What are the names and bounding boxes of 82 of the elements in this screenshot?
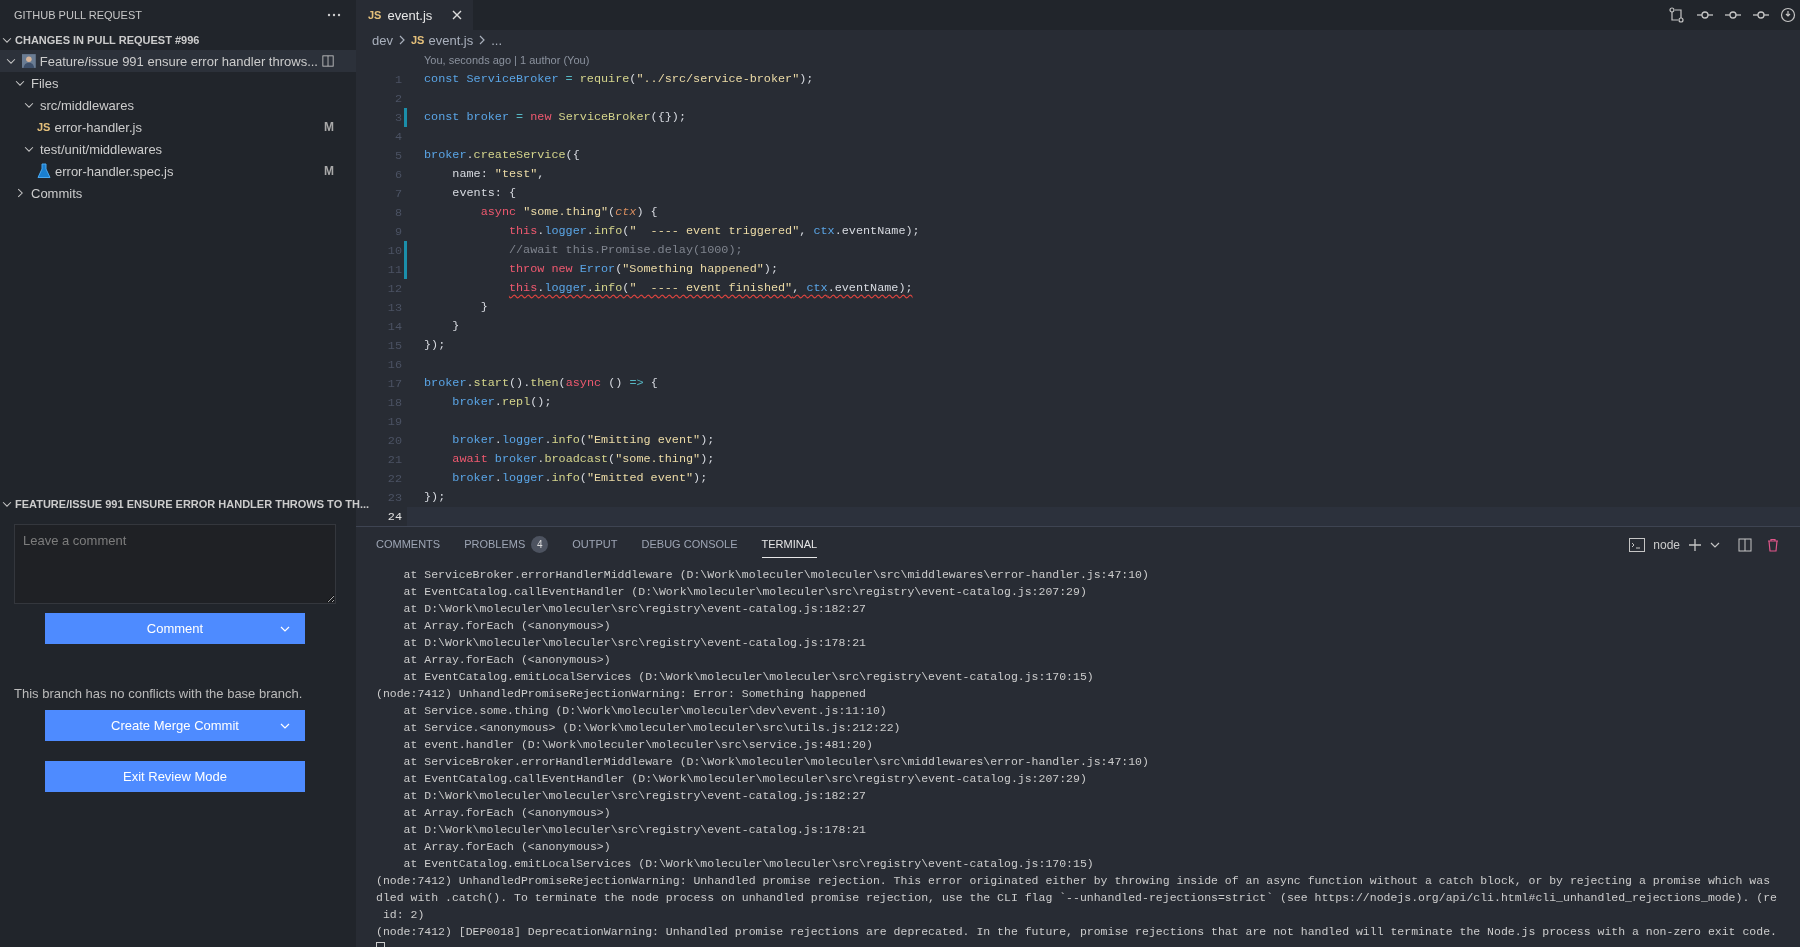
code-line: } bbox=[479, 299, 489, 316]
code-line: const ServiceBroker = require("../src/service-broker"); bbox=[423, 71, 815, 88]
terminal-line: at EventCatalog.callEventHandler (D:\Work\moleculer\moleculer\src\registry\event-catalog.js:207:29) bbox=[402, 584, 1088, 600]
compare-icon[interactable] bbox=[1668, 7, 1686, 23]
panel-tab[interactable]: COMMENTS bbox=[376, 531, 441, 558]
tree-item[interactable]: Commits bbox=[0, 182, 356, 204]
code-line: async "some.thing"(ctx) { bbox=[479, 204, 659, 221]
code-line: broker.start().then(async () => { bbox=[423, 375, 659, 392]
terminal-line: (node:7412) UnhandledPromiseRejectionWarning: Unhandled promise rejection. This error originated either by throwing inside of an async function without a catch block, or by rejecting a promise which was bbox=[376, 873, 1772, 889]
code-line: events: { bbox=[451, 185, 518, 202]
terminal-line: id: 2) bbox=[381, 907, 426, 923]
count-badge: 4 bbox=[531, 535, 549, 553]
terminal-line: at ServiceBroker.errorHandlerMiddleware (D:\Work\moleculer\moleculer\src\middlewares\error-handler.js:47:10) bbox=[402, 754, 1150, 770]
tree-item[interactable]: Files bbox=[0, 72, 356, 94]
terminal-line: (node:7412) UnhandledPromiseRejectionWarning: Error: Something happened bbox=[376, 686, 867, 702]
code-line: //await this.Promise.delay(1000); bbox=[507, 242, 744, 259]
terminal-line: at Array.forEach (<anonymous>) bbox=[402, 805, 612, 821]
tree-item[interactable]: src/middlewares bbox=[0, 94, 356, 116]
split-view-icon[interactable] bbox=[1738, 537, 1752, 552]
code-line: broker.createService({ bbox=[423, 147, 581, 164]
breadcrumb-item[interactable]: dev bbox=[372, 32, 393, 48]
terminal-line: at D:\Work\moleculer\moleculer\src\registry\event-catalog.js:182:27 bbox=[402, 601, 867, 617]
line-number: 24 bbox=[386, 509, 402, 524]
merge-status-text: This branch has no conflicts with the base branch. bbox=[14, 686, 304, 701]
terminal-line: at D:\Work\moleculer\moleculer\src\registry\event-catalog.js:182:27 bbox=[402, 788, 867, 804]
panel-tab[interactable]: TERMINAL bbox=[761, 531, 818, 558]
info-circle-icon[interactable] bbox=[1780, 7, 1796, 23]
terminal-line: at EventCatalog.emitLocalServices (D:\Work\moleculer\moleculer\src\registry\event-catalog.js:170:15) bbox=[402, 669, 1095, 685]
terminal-line: at Service.<anonymous> (D:\Work\moleculer\moleculer\src\utils.js:212:22) bbox=[402, 720, 902, 736]
panel-tab[interactable]: OUTPUT bbox=[572, 531, 618, 558]
comment-field[interactable]: Leave a comment bbox=[14, 524, 336, 604]
terminal-line: at Array.forEach (<anonymous>) bbox=[402, 839, 612, 855]
terminal-line: at Service.some.thing (D:\Work\moleculer\moleculer\dev\event.js:11:10) bbox=[402, 703, 888, 719]
section-title[interactable]: CHANGES IN PULL REQUEST #996 bbox=[15, 34, 200, 46]
terminal-line: at Array.forEach (<anonymous>) bbox=[402, 652, 612, 668]
code-line: await broker.broadcast("some.thing"); bbox=[451, 451, 716, 468]
code-line: }); bbox=[423, 489, 447, 506]
code-line: const broker = new ServiceBroker({}); bbox=[423, 109, 687, 126]
section-title[interactable]: FEATURE/ISSUE 991 ENSURE ERROR HANDLER THROWS TO TH... bbox=[15, 498, 370, 510]
close-icon[interactable] bbox=[451, 9, 463, 21]
terminal-line: dled with .catch(). To terminate the node process on unhandled promise rejection, use the CLI flag `--unhandled-rejections=strict` (see https://nodejs.org/api/cli.html#cli_unhandled_rejections_mode). (re bbox=[376, 890, 1778, 906]
js-file-icon: JS bbox=[368, 9, 382, 21]
terminal-line: (node:7412) [DEP0018] DeprecationWarning: Unhandled promise rejections are deprecated. In the future, promise rejections that are not handled will terminate the Node.js process with a non-zero exit code. bbox=[376, 924, 1778, 940]
code-line: this.logger.info(" ---- event triggered", ctx.eventName); bbox=[507, 223, 921, 240]
trash-icon[interactable] bbox=[1766, 537, 1780, 552]
panel-tab[interactable]: PROBLEMS 4 bbox=[464, 528, 549, 561]
terminal-icon bbox=[1629, 537, 1646, 552]
tree-item[interactable]: error-handler.spec.js M bbox=[0, 160, 356, 182]
js-file-icon: JS bbox=[410, 34, 425, 46]
modified-label: M bbox=[324, 164, 334, 178]
terminal-line: at D:\Work\moleculer\moleculer\src\registry\event-catalog.js:178:21 bbox=[402, 822, 867, 838]
code-line: this.logger.info(" ---- event finished", ctx.eventName); bbox=[507, 280, 914, 297]
codelens-text[interactable]: You, seconds ago | 1 author (You) bbox=[424, 54, 590, 66]
terminal-line: at EventCatalog.emitLocalServices (D:\Work\moleculer\moleculer\src\registry\event-catalog.js:170:15) bbox=[402, 856, 1095, 872]
tree-item[interactable]: Feature/issue 991 ensure error handler throws... bbox=[0, 50, 356, 72]
code-line: broker.repl(); bbox=[451, 394, 553, 411]
terminal-line: at D:\Work\moleculer\moleculer\src\registry\event-catalog.js:178:21 bbox=[402, 635, 867, 651]
js-file-icon: JS bbox=[37, 121, 51, 133]
terminal-selector[interactable]: node bbox=[1653, 537, 1680, 552]
code-line: } bbox=[451, 318, 461, 335]
modified-marker bbox=[404, 108, 407, 127]
tree-item[interactable]: JS error-handler.js M bbox=[0, 116, 356, 138]
split-view-icon[interactable] bbox=[321, 54, 334, 68]
terminal-line: at EventCatalog.callEventHandler (D:\Work\moleculer\moleculer\src\registry\event-catalog.js:207:29) bbox=[402, 771, 1088, 787]
editor-tab[interactable]: JS event.js bbox=[356, 0, 473, 30]
terminal-line: at event.handler (D:\Work\moleculer\moleculer\src\service.js:481:20) bbox=[402, 737, 874, 753]
terminal-line: at ServiceBroker.errorHandlerMiddleware (D:\Work\moleculer\moleculer\src\middlewares\error-handler.js:47:10) bbox=[402, 567, 1150, 583]
tree-item[interactable]: test/unit/middlewares bbox=[0, 138, 356, 160]
code-line: broker.logger.info("Emitted event"); bbox=[451, 470, 709, 487]
panel-tab[interactable]: DEBUG CONSOLE bbox=[641, 531, 738, 558]
code-line: name: "test", bbox=[451, 166, 546, 183]
terminal-line: at Array.forEach (<anonymous>) bbox=[402, 618, 612, 634]
modified-label: M bbox=[324, 120, 334, 134]
plus-icon[interactable] bbox=[1688, 537, 1702, 552]
breadcrumb-item[interactable]: event.js bbox=[428, 32, 474, 48]
sidebar-title: GITHUB PULL REQUEST bbox=[14, 9, 142, 21]
code-line: }); bbox=[423, 337, 447, 354]
code-line: throw new Error("Something happened"); bbox=[507, 261, 779, 278]
avatar-icon bbox=[22, 53, 36, 69]
code-line: broker.logger.info("Emitting event"); bbox=[451, 432, 716, 449]
breadcrumb-item[interactable]: ... bbox=[491, 32, 503, 48]
flask-icon bbox=[37, 163, 51, 179]
